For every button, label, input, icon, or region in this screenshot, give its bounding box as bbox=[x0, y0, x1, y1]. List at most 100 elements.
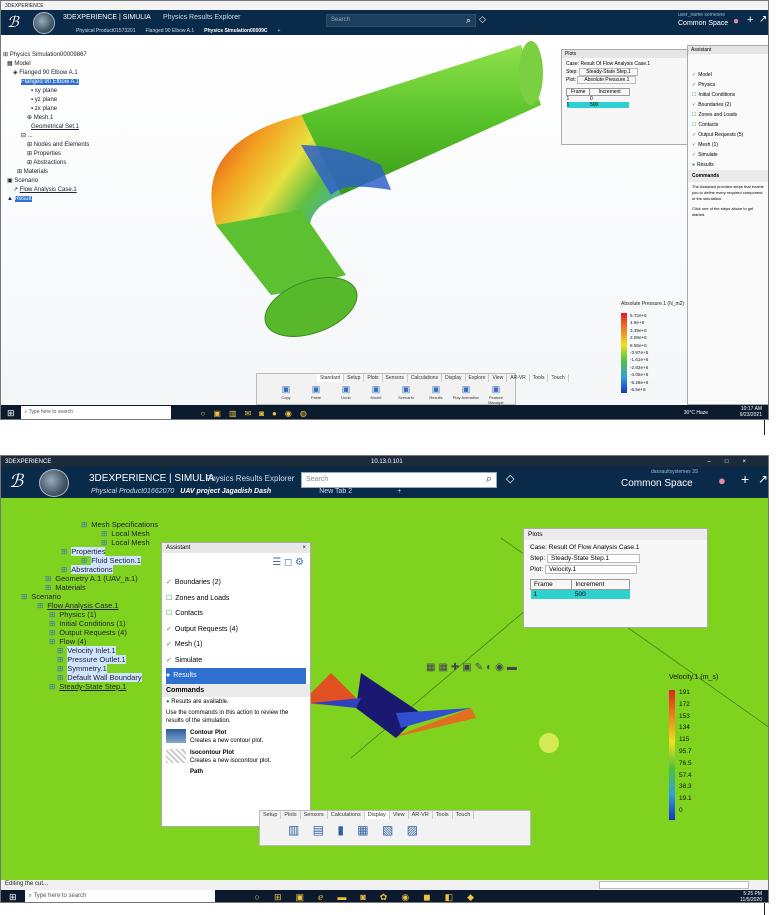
ribbon-tab[interactable]: Display bbox=[442, 374, 466, 382]
new-tab-icon[interactable]: + bbox=[397, 488, 401, 495]
tab-physical-product[interactable]: Physical Product01662070 bbox=[91, 488, 174, 495]
3d-viewport[interactable]: ⊞ Physics Simulation00009867 ▦ Model ◈ F… bbox=[1, 35, 768, 405]
ribbon-tab[interactable]: Touch bbox=[453, 811, 475, 819]
ribbon-button[interactable]: ▣ Feature Manager bbox=[481, 384, 511, 405]
tree-item[interactable]: Flanged 90 Elbow A.1 bbox=[3, 78, 89, 87]
assistant-step[interactable]: ☐ Zones and Loads bbox=[166, 591, 306, 607]
ribbon-tab[interactable]: AR-VR bbox=[409, 811, 433, 819]
tree-item[interactable]: ⊞ Default Wall Boundary bbox=[21, 673, 158, 682]
tab-uav-project[interactable]: UAV project Jagadish Dash bbox=[180, 488, 271, 495]
plot-select[interactable]: Velocity.1 bbox=[544, 565, 638, 574]
search-icon[interactable]: ⌕ bbox=[486, 473, 492, 486]
ribbon-tab[interactable]: Calculations bbox=[408, 374, 443, 382]
ribbon-tab[interactable]: View bbox=[390, 811, 409, 819]
ribbon-tab[interactable]: Explore bbox=[466, 374, 490, 382]
tree-item[interactable]: ⊞ Local Mesh bbox=[21, 529, 158, 538]
tree-item[interactable]: ⊞ Local Mesh bbox=[21, 538, 158, 547]
3d-viewport[interactable]: ▦▦✚▣✎◐◉▬ ⊞ Mesh Specifications ⊞ Local Mesh… bbox=[1, 498, 768, 880]
ribbon-tab[interactable]: Sensors bbox=[383, 374, 408, 382]
tree-item[interactable]: ⊞ Flow Analysis Case.1 bbox=[21, 601, 158, 610]
windows-start-icon[interactable]: ⊞ bbox=[9, 892, 17, 903]
tree-item[interactable]: Geometrical Set.1 bbox=[3, 123, 89, 132]
tree-item[interactable]: ◈ Flanged 90 Elbow A.1 bbox=[3, 69, 89, 78]
tree-item[interactable]: ⊟ ... bbox=[3, 132, 89, 141]
taskbar-search[interactable]: ⌕ Type here to search bbox=[20, 406, 171, 419]
close-icon[interactable]: × bbox=[302, 545, 306, 551]
tree-item[interactable]: ⊞ Fluid Section.1 bbox=[21, 556, 158, 565]
ribbon-tab[interactable]: Setup bbox=[344, 374, 365, 382]
tree-item[interactable]: ⊞ Mesh Specifications bbox=[21, 520, 158, 529]
ribbon-tab[interactable]: Sensors bbox=[301, 811, 328, 819]
ribbon-tab[interactable]: Plots bbox=[281, 811, 301, 819]
case-value[interactable]: Result Of Flow Analysis Case.1 bbox=[549, 544, 640, 551]
share-icon[interactable]: ↗ bbox=[759, 14, 767, 25]
taskbar-apps-icon[interactable]: ○⊞▣ℯ▬◙✿◉◼◧◆ bbox=[255, 892, 489, 903]
tree-item[interactable]: ⊞ Physics Simulation00009867 bbox=[3, 51, 89, 60]
table-row[interactable]: 1 500 bbox=[530, 589, 630, 599]
assistant-step[interactable]: ✓ Model bbox=[692, 70, 766, 80]
compass-icon[interactable] bbox=[39, 469, 69, 497]
assistant-step[interactable]: ☐ Contacts bbox=[166, 606, 306, 622]
tree-item[interactable]: ⊞ Velocity Inlet.1 bbox=[21, 646, 158, 655]
ribbon-tab[interactable]: View bbox=[489, 374, 508, 382]
tree-item[interactable]: ⊞ Initial Conditions (1) bbox=[21, 619, 158, 628]
windows-start-icon[interactable]: ⊞ bbox=[7, 408, 15, 419]
avatar-icon[interactable]: ● bbox=[733, 16, 739, 27]
assistant-step[interactable]: ✓ Output Requests (5) bbox=[692, 130, 766, 140]
assistant-step[interactable]: ☐ Initial Conditions bbox=[692, 90, 766, 100]
tree-item[interactable]: ▪ xy plane bbox=[3, 87, 89, 96]
tree-item[interactable]: ⊞ Scenario bbox=[21, 592, 158, 601]
ribbon-tab[interactable]: Plots bbox=[364, 374, 383, 382]
ribbon-tab[interactable]: Tools bbox=[530, 374, 549, 382]
assistant-step[interactable]: ✓ Physics bbox=[692, 80, 766, 90]
ribbon-tab[interactable]: Calculations bbox=[328, 811, 365, 819]
assistant-step[interactable]: ✓ Boundaries (2) bbox=[166, 575, 306, 591]
window-controls-icon[interactable]: –□× bbox=[708, 459, 760, 465]
ribbon-display-icons[interactable]: ▥ ▤ ▮ ▦ ▧ ▨ bbox=[260, 819, 530, 841]
ribbon-button[interactable]: ▣ Scenario bbox=[391, 384, 421, 405]
tree-item[interactable]: ⊞ Steady-State Step.1 bbox=[21, 682, 158, 691]
tab-flanged-elbow[interactable]: Flanged 90 Elbow A.1 bbox=[146, 28, 195, 34]
assistant-step[interactable]: ● Results bbox=[166, 668, 306, 684]
tree-item[interactable]: ⊞ Pressure Outlet.1 bbox=[21, 655, 158, 664]
path-command[interactable]: Path bbox=[162, 767, 310, 777]
tree-item[interactable]: ⊞ Abstractions bbox=[3, 159, 89, 168]
tree-item[interactable]: ⊞ Materials bbox=[21, 583, 158, 592]
tree-item[interactable]: ▪ zx plane bbox=[3, 105, 89, 114]
add-icon[interactable]: + bbox=[741, 471, 749, 487]
weather-tray[interactable]: 30°C Haze bbox=[684, 410, 708, 416]
case-value[interactable]: Result Of Flow Analysis Case.1 bbox=[580, 61, 650, 67]
new-tab-icon[interactable]: + bbox=[278, 28, 281, 34]
ribbon-tab[interactable]: AR-VR bbox=[507, 374, 530, 382]
ribbon-button[interactable]: ▣ Undo bbox=[331, 384, 361, 405]
floating-toolbar[interactable]: ▦▦✚▣✎◐◉▬ bbox=[426, 662, 520, 673]
share-icon[interactable]: ↗ bbox=[758, 472, 768, 486]
add-icon[interactable]: + bbox=[747, 14, 753, 26]
clock[interactable]: 10:17 AM 9/23/2021 bbox=[740, 406, 762, 418]
isocontour-plot-command[interactable]: Isocontour Plot Creates a new isocontour … bbox=[162, 747, 310, 767]
assistant-view-icons[interactable]: ☰ ◻ ⚙ bbox=[272, 557, 304, 568]
ribbon-tab[interactable]: Standard bbox=[317, 374, 345, 382]
assistant-step[interactable]: ✓ Output Requests (4) bbox=[166, 622, 306, 638]
tab-physics-simulation[interactable]: Physics Simulation00009C bbox=[204, 28, 267, 34]
taskbar-apps-icon[interactable]: ○▣▥✉◙●◉◍ bbox=[201, 409, 315, 418]
tree-item[interactable]: ⊞ Output Requests (4) bbox=[21, 628, 158, 637]
contour-plot-command[interactable]: Contour Plot Creates a new contour plot. bbox=[162, 727, 310, 747]
plot-select[interactable]: Absolute Pressure.1 bbox=[577, 76, 637, 84]
table-row[interactable]: 1 500 bbox=[566, 102, 630, 108]
tree-item[interactable]: ⊞ Abstractions bbox=[21, 565, 158, 574]
assistant-step[interactable]: ✓ Mesh (1) bbox=[692, 140, 766, 150]
assistant-step[interactable]: ☐ Zones and Loads bbox=[692, 110, 766, 120]
search-icon[interactable]: ⌕ bbox=[466, 15, 471, 26]
tree-item[interactable]: ⊞ Symmetry.1 bbox=[21, 664, 158, 673]
tree-item[interactable]: ⊞ Physics (1) bbox=[21, 610, 158, 619]
tree-item[interactable]: ▦ Model bbox=[3, 60, 89, 69]
tab-new-tab-2[interactable]: New Tab 2 bbox=[319, 488, 352, 495]
ribbon-button[interactable]: ▣ Results bbox=[421, 384, 451, 405]
tree-item[interactable]: ⊞ Materials bbox=[3, 168, 89, 177]
tree-item[interactable]: ▪ yz plane bbox=[3, 96, 89, 105]
tree-item[interactable]: ⊞ Nodes and Elements bbox=[3, 141, 89, 150]
space-dropdown[interactable]: Common Space bbox=[621, 478, 693, 489]
step-select[interactable]: Steady-State Step.1 bbox=[579, 68, 638, 76]
tree-item[interactable]: ⊞ Properties bbox=[21, 547, 158, 556]
